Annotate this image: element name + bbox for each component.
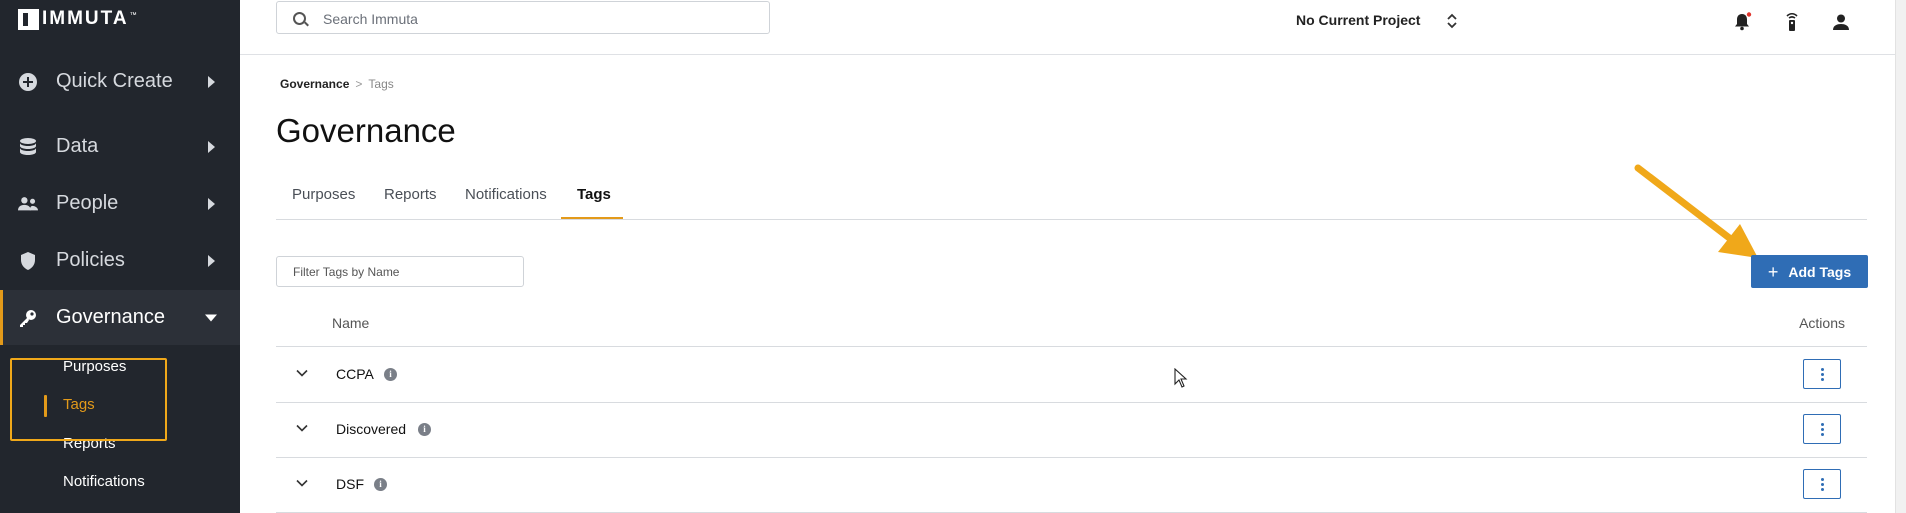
add-tags-button[interactable]: + Add Tags: [1751, 255, 1868, 288]
info-icon[interactable]: i: [418, 423, 431, 436]
breadcrumb-separator: >: [355, 77, 363, 91]
breadcrumb: Governance > Tags: [280, 77, 394, 91]
mouse-cursor-icon: [1174, 368, 1188, 388]
kebab-dot: [1821, 423, 1824, 426]
chevron-down-icon[interactable]: [296, 422, 308, 434]
caret-down-icon: [205, 314, 217, 321]
caret-right-icon: [208, 197, 215, 210]
tag-name: DSF: [336, 476, 364, 492]
breadcrumb-governance[interactable]: Governance: [280, 77, 349, 91]
tag-name: CCPA: [336, 366, 374, 382]
plus-circle-icon: [19, 72, 37, 91]
sidebar-item-people[interactable]: People: [0, 176, 240, 231]
annotation-arrow: [1634, 164, 1758, 258]
kebab-dot: [1821, 483, 1824, 486]
table-row: Discovered i: [276, 402, 1867, 458]
sidebar-item-label: Data: [56, 135, 99, 157]
info-icon[interactable]: i: [374, 478, 387, 491]
kebab-dot: [1821, 433, 1824, 436]
shield-icon: [21, 251, 35, 270]
sidebar-item-policies[interactable]: Policies: [0, 233, 240, 288]
sidebar-item-label: Policies: [56, 249, 125, 271]
logo-text: IMMUTA: [42, 8, 129, 29]
kebab-dot: [1821, 478, 1824, 481]
sidebar-item-quick-create[interactable]: Quick Create: [0, 54, 240, 109]
caret-right-icon: [208, 140, 215, 153]
plus-icon: +: [1767, 261, 1779, 282]
filter-tags-input[interactable]: [276, 256, 524, 287]
table-row: CCPA i: [276, 347, 1867, 403]
table-header: Name Actions: [276, 308, 1867, 347]
column-header-name[interactable]: Name: [332, 315, 369, 331]
top-bar: [240, 0, 1906, 55]
search-icon: [293, 12, 306, 25]
kebab-dot: [1821, 428, 1824, 431]
row-actions-menu-button[interactable]: [1803, 469, 1841, 499]
tag-name: Discovered: [336, 421, 407, 437]
sidebar-item-label: People: [56, 192, 119, 214]
tab-purposes[interactable]: Purposes: [292, 186, 355, 219]
sidebar-subitem-notifications[interactable]: Notifications: [63, 473, 145, 490]
immuta-logo[interactable]: IMMUTA ™: [18, 8, 137, 30]
chevron-down-icon[interactable]: [296, 367, 308, 379]
column-header-actions: Actions: [1799, 315, 1845, 331]
row-actions-menu-button[interactable]: [1803, 414, 1841, 444]
current-project-label[interactable]: No Current Project: [1296, 12, 1420, 28]
breadcrumb-tags: Tags: [368, 77, 394, 91]
key-icon: [20, 309, 36, 327]
remote-icon[interactable]: [1781, 11, 1803, 33]
people-icon: [18, 196, 38, 210]
database-icon: [20, 137, 36, 155]
tab-notifications[interactable]: Notifications: [465, 186, 547, 219]
tab-tags[interactable]: Tags: [577, 186, 611, 219]
chevron-down-icon[interactable]: [296, 477, 308, 489]
notifications-bell-icon[interactable]: [1731, 11, 1753, 33]
page-title: Governance: [276, 112, 456, 149]
kebab-dot: [1821, 368, 1824, 371]
kebab-dot: [1821, 378, 1824, 381]
project-switch-icon[interactable]: [1446, 12, 1458, 30]
tab-reports[interactable]: Reports: [384, 186, 437, 219]
row-actions-menu-button[interactable]: [1803, 359, 1841, 389]
kebab-dot: [1821, 488, 1824, 491]
user-icon[interactable]: [1830, 11, 1852, 33]
caret-right-icon: [208, 254, 215, 267]
logo-mark-icon: [18, 8, 39, 30]
add-tags-label: Add Tags: [1788, 263, 1852, 280]
logo-trademark: ™: [129, 11, 137, 19]
kebab-dot: [1821, 373, 1824, 376]
search-input[interactable]: [321, 8, 745, 30]
sidebar-item-governance[interactable]: Governance: [0, 290, 240, 345]
sidebar-item-data[interactable]: Data: [0, 119, 240, 174]
caret-right-icon: [208, 75, 215, 88]
sidebar-item-label: Quick Create: [56, 70, 173, 92]
page-scrollbar[interactable]: [1895, 0, 1906, 513]
table-row: DSF i: [276, 457, 1867, 513]
search-box[interactable]: [276, 1, 770, 34]
active-tab-underline: [561, 217, 623, 219]
sidebar: IMMUTA ™ Quick Create Data People Polici…: [0, 0, 240, 513]
info-icon[interactable]: i: [384, 368, 397, 381]
annotation-highlight-box: [10, 358, 167, 441]
sidebar-item-label: Governance: [56, 306, 165, 328]
